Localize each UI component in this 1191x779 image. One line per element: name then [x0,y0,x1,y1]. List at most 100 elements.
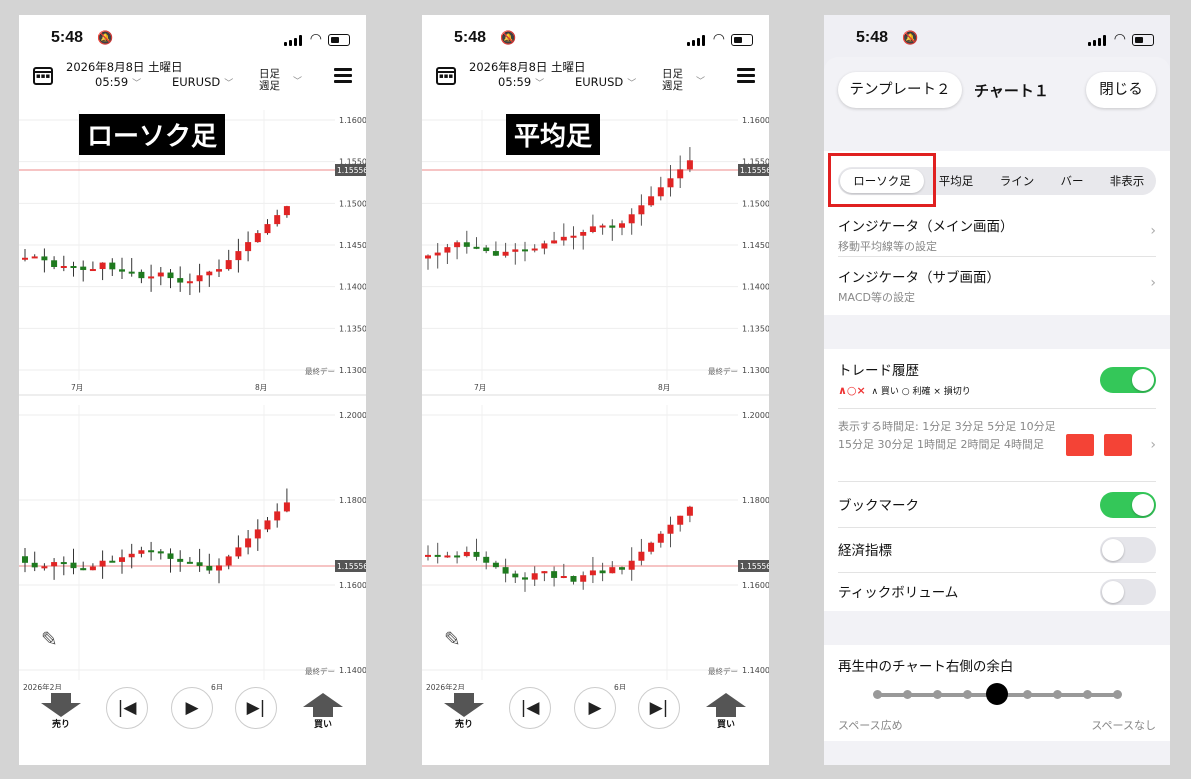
indicator-main-row[interactable]: インジケータ（メイン画面） 移動平均線等の設定 › [838,207,1156,257]
chart-type-line[interactable]: ライン [988,167,1046,195]
candle-body [128,271,135,274]
end-label: 最終デー [708,366,738,376]
chart-type-bar[interactable]: バー [1050,167,1094,195]
status-time: 5:48 [454,29,487,46]
candle-body [560,236,567,241]
end-label: 最終デー [305,666,335,676]
economic-toggle[interactable] [1100,537,1156,563]
slider-dot[interactable] [1022,690,1032,699]
y-tick-label: 1.1500 [339,199,366,208]
candle-body [648,196,655,206]
margin-slider[interactable] [872,683,1122,705]
buy-button[interactable]: 買い [303,693,343,730]
chart-type-heikin[interactable]: 平均足 [930,167,982,195]
color-swatch-1[interactable] [1066,434,1094,456]
slider-dot[interactable] [1112,690,1122,699]
settings-sheet: テンプレート２ チャート１ 閉じる ローソク足 平均足 ライン バー 非表示 イ… [824,57,1170,765]
candle-body [60,562,67,565]
slider-dot[interactable] [1052,690,1062,699]
play-button[interactable]: ▶ [171,687,213,729]
economic-row: 経済指標 [838,528,1156,573]
candle-body [128,553,135,558]
sell-button[interactable]: 売り [41,693,81,730]
chart-area[interactable]: 1.16001.15501.15001.14501.14001.13501.13… [422,110,769,690]
chevron-down-icon: ﹀ [132,79,142,89]
slider-thumb[interactable] [986,683,1008,705]
candle-body [274,215,281,225]
candle-body [599,225,606,228]
timeframe-selector[interactable]: 日足 週足 ﹀ [662,68,705,92]
battery-icon [1132,34,1154,46]
buy-label: 買い [716,720,735,730]
candle-body [686,160,693,170]
tick-volume-toggle[interactable] [1100,579,1156,605]
chart-type-hidden[interactable]: 非表示 [1098,167,1156,195]
skip-forward-button[interactable]: ▶| [638,687,680,729]
candle-body [560,576,567,579]
calendar-icon[interactable] [33,67,53,85]
pair-selector[interactable]: EURUSD ﹀ [172,75,233,89]
pair-value: EURUSD [172,75,221,89]
bookmark-toggle[interactable] [1100,492,1156,518]
timeframes-row[interactable]: 表示する時間足: 1分足 3分足 5分足 10分足 15分足 30分足 1時間足… [838,410,1156,482]
signal-icon [284,35,302,46]
timeframe-selector[interactable]: 日足 週足 ﹀ [259,68,302,92]
menu-icon[interactable] [334,68,352,83]
chevron-down-icon: ﹀ [293,77,303,87]
timeframe-line1: 日足 [259,68,280,80]
candle-body [41,566,48,569]
y-tick-label: 1.1400 [339,666,366,675]
highlight-box [828,153,936,207]
close-button[interactable]: 閉じる [1086,72,1156,108]
candle-body [89,566,96,571]
candle-body [502,567,509,574]
candle-body [628,560,635,570]
pair-selector[interactable]: EURUSD ﹀ [575,75,636,89]
candle-body [580,231,587,236]
trade-history-toggle[interactable] [1100,367,1156,393]
price-tag-label: 1.15556 [740,166,769,175]
candle-body [551,571,558,578]
playback-controls: 売り |◀ ▶ ▶| 買い [19,687,366,757]
candle-body [677,169,684,179]
skip-back-button[interactable]: |◀ [106,687,148,729]
candle-body [119,269,125,272]
candle-body [70,562,77,569]
hour-selector[interactable]: 05:59 ﹀ [498,75,544,89]
buy-button[interactable]: 買い [706,693,746,730]
slider-dot[interactable] [932,690,942,699]
indicator-sub-row[interactable]: インジケータ（サブ画面） MACD等の設定 › [838,258,1156,310]
candle-body [31,562,38,568]
color-swatch-2[interactable] [1104,434,1132,456]
calendar-icon[interactable] [436,67,456,85]
candle-body [109,560,116,563]
candle-body [186,281,193,284]
wifi-icon: ◠ [1113,31,1126,47]
slider-dot[interactable] [872,690,882,699]
hour-selector[interactable]: 05:59 ﹀ [95,75,141,89]
y-tick-label: 1.1300 [339,366,366,375]
candle-body [99,262,106,270]
play-button[interactable]: ▶ [574,687,616,729]
margin-group: 再生中のチャート右側の余白 スペース広め スペースなし [824,645,1170,741]
candle-body [206,565,213,571]
candle-body [186,561,193,564]
candle-body [167,272,174,279]
slider-dot[interactable] [902,690,912,699]
skip-back-button[interactable]: |◀ [509,687,551,729]
x-tick-label: 8月 [255,383,267,392]
bookmark-row: ブックマーク [838,483,1156,528]
status-time: 5:48 [856,29,889,46]
slider-dot[interactable] [962,690,972,699]
sell-button[interactable]: 売り [444,693,484,730]
candle-body [522,249,528,252]
template-button[interactable]: テンプレート２ [838,72,962,108]
battery-icon [731,34,753,46]
candle-body [434,252,441,256]
menu-icon[interactable] [737,68,755,83]
pencil-icon[interactable]: ✎ [444,627,461,651]
pencil-icon[interactable]: ✎ [41,627,58,651]
skip-forward-button[interactable]: ▶| [235,687,277,729]
chart-area[interactable]: 1.16001.15501.15001.14501.14001.13501.13… [19,110,366,690]
slider-dot[interactable] [1082,690,1092,699]
